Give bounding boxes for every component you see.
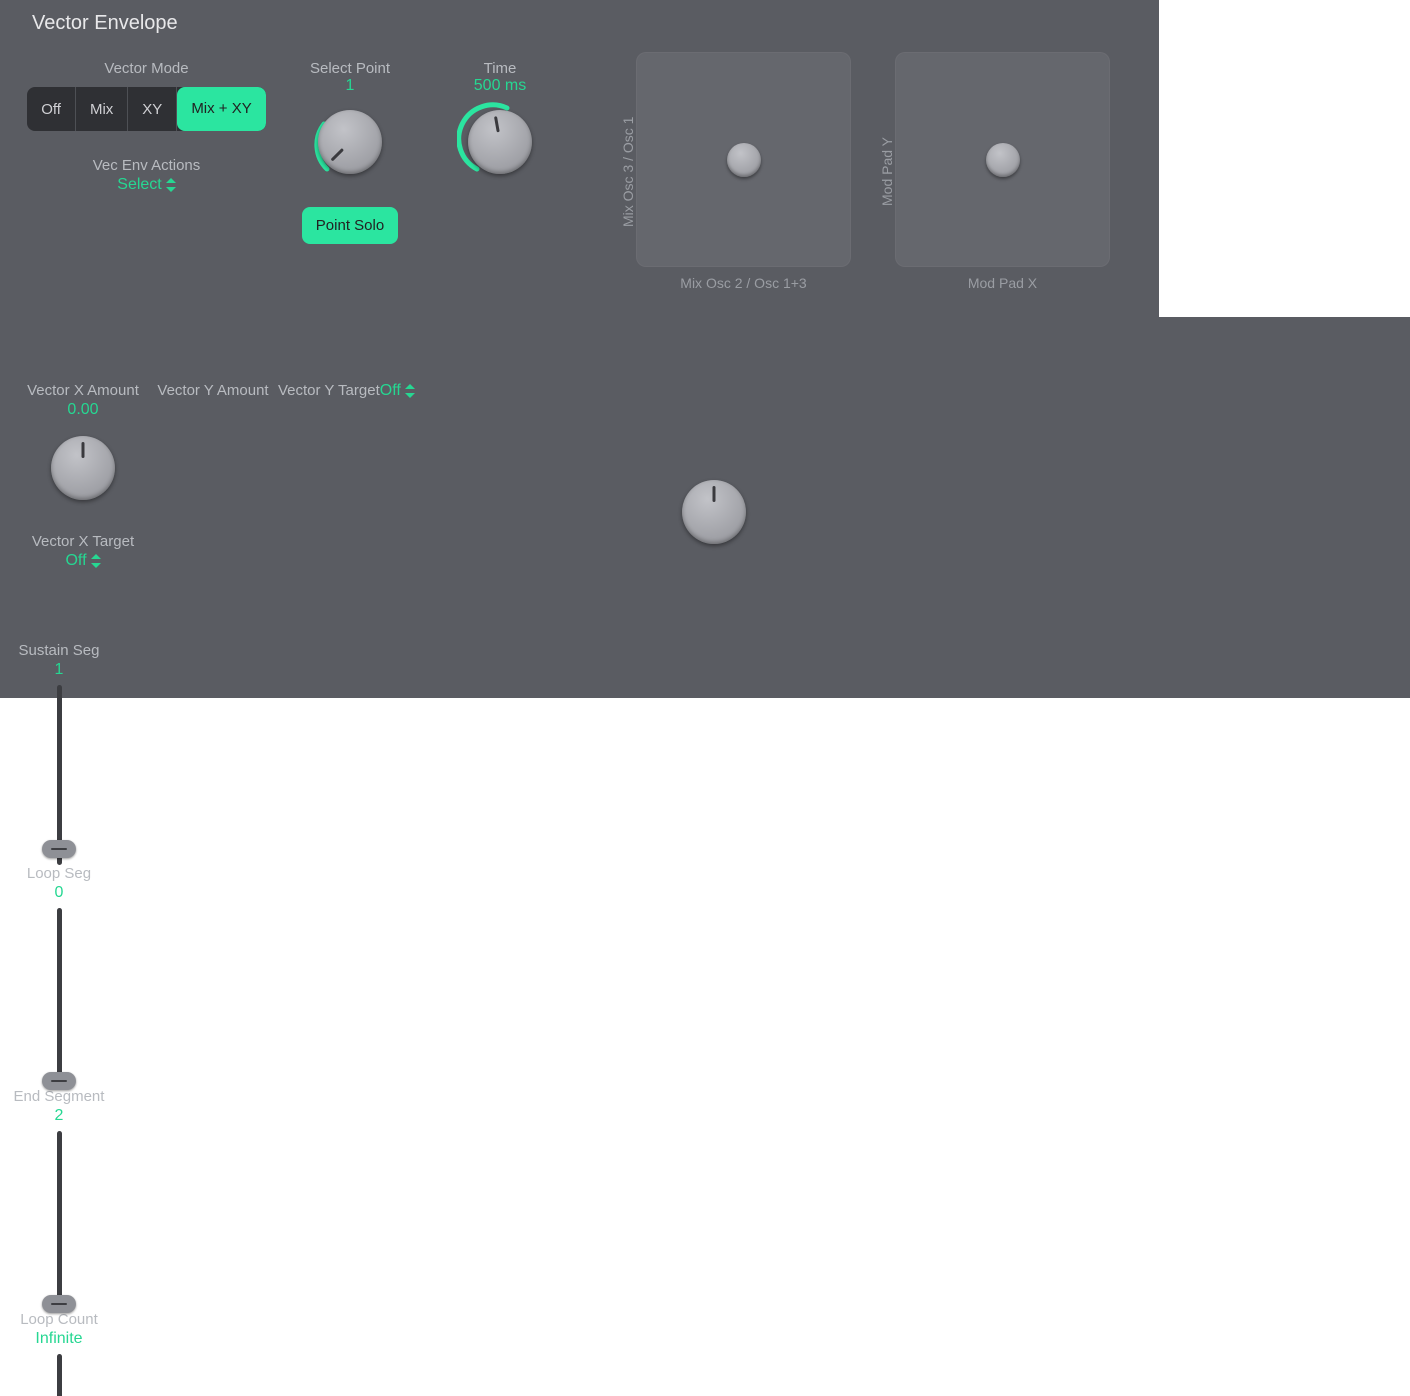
end-segment-slider[interactable] xyxy=(42,1131,76,1311)
vector-x-amount-label: Vector X Amount xyxy=(27,382,139,399)
vector-y-amount-label: Vector Y Amount xyxy=(157,382,268,399)
select-point-value[interactable]: 1 xyxy=(346,77,355,95)
vector-y-target-select[interactable]: Off xyxy=(380,382,415,400)
updown-icon xyxy=(405,384,415,398)
sustain-seg-value[interactable]: 1 xyxy=(55,661,64,679)
vector-y-target-value: Off xyxy=(380,382,401,400)
vector-mode-segmented[interactable]: Off Mix XY Mix + XY xyxy=(27,87,266,131)
select-point-knob[interactable] xyxy=(307,99,393,185)
vector-x-amount-knob[interactable] xyxy=(40,425,126,511)
vector-x-target-label: Vector X Target xyxy=(32,533,134,550)
loop-count-label: Loop Count xyxy=(20,1311,98,1328)
pad2-y-label: Mod Pad Y xyxy=(877,52,895,291)
end-segment-value[interactable]: 2 xyxy=(55,1107,64,1125)
vector-mode-label: Vector Mode xyxy=(104,60,188,77)
vector-y-target-label: Vector Y Target xyxy=(278,382,380,399)
mod-xy-puck[interactable] xyxy=(986,143,1020,177)
sustain-seg-slider[interactable] xyxy=(42,685,76,865)
vec-env-actions-label: Vec Env Actions xyxy=(93,157,201,174)
point-solo-button[interactable]: Point Solo xyxy=(302,207,398,244)
end-segment-label: End Segment xyxy=(14,1088,105,1105)
vector-mode-xy[interactable]: XY xyxy=(128,87,177,131)
pad1-y-label: Mix Osc 3 / Osc 1 xyxy=(618,52,636,291)
updown-icon xyxy=(166,178,176,192)
select-point-label: Select Point xyxy=(310,60,390,77)
vec-env-actions-value: Select xyxy=(117,176,161,194)
vector-x-target-value: Off xyxy=(65,552,86,570)
vector-x-target-select[interactable]: Off xyxy=(65,552,100,570)
time-knob[interactable] xyxy=(457,99,543,185)
pad1-x-label: Mix Osc 2 / Osc 1+3 xyxy=(680,275,806,291)
loop-seg-slider[interactable] xyxy=(42,908,76,1088)
loop-count-value[interactable]: Infinite xyxy=(35,1330,82,1348)
vector-mode-mix-xy[interactable]: Mix + XY xyxy=(177,87,265,131)
mix-xy-pad[interactable] xyxy=(636,52,851,267)
pad2-x-label: Mod Pad X xyxy=(968,275,1037,291)
time-value[interactable]: 500 ms xyxy=(474,77,526,95)
updown-icon xyxy=(91,554,101,568)
loop-count-slider[interactable] xyxy=(42,1354,76,1396)
time-label: Time xyxy=(484,60,517,77)
vector-mode-off[interactable]: Off xyxy=(27,87,76,131)
mix-xy-puck[interactable] xyxy=(727,143,761,177)
loop-seg-label: Loop Seg xyxy=(27,865,91,882)
vector-mode-mix[interactable]: Mix xyxy=(76,87,128,131)
vec-env-actions-select[interactable]: Select xyxy=(117,176,175,194)
loop-seg-value[interactable]: 0 xyxy=(55,884,64,902)
section-title: Vector Envelope xyxy=(32,12,178,35)
mod-xy-pad[interactable] xyxy=(895,52,1110,267)
sustain-seg-label: Sustain Seg xyxy=(19,642,100,659)
vector-x-amount-value[interactable]: 0.00 xyxy=(67,401,98,419)
